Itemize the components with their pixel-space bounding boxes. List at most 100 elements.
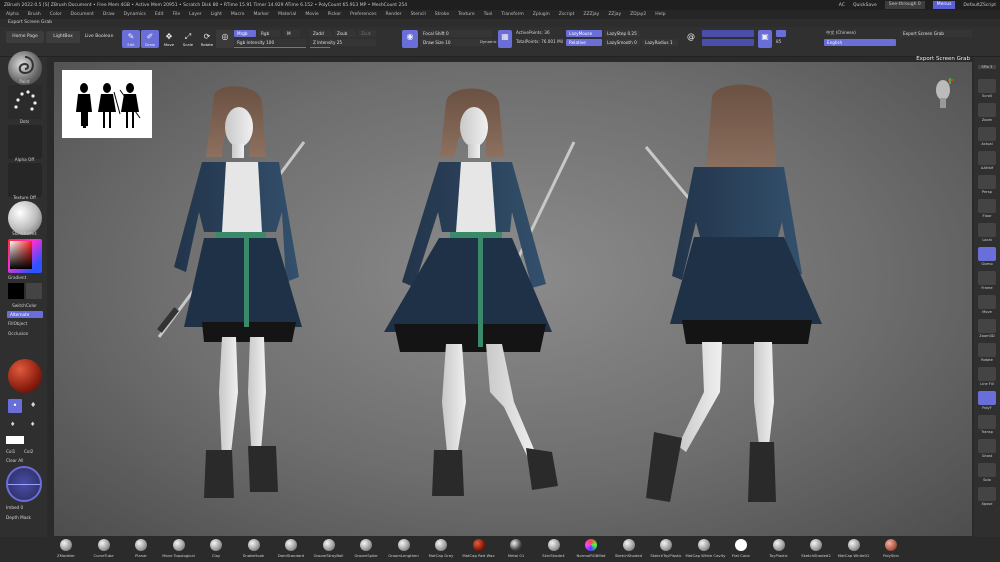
- light-bulb-button[interactable]: •: [8, 399, 22, 413]
- menu-alpha[interactable]: Alpha: [6, 12, 19, 17]
- preset-slot-1[interactable]: [702, 30, 754, 37]
- navigation-gizmo[interactable]: [932, 76, 954, 112]
- relative-button[interactable]: Relative: [566, 39, 602, 46]
- menu-movie[interactable]: Movie: [305, 12, 318, 17]
- brush-snakehook[interactable]: SnakeHook: [236, 539, 272, 558]
- col2-button[interactable]: Col2: [24, 449, 33, 454]
- brush-matcap-red-wax[interactable]: MatCap Red Wax: [461, 539, 497, 558]
- clear-all-button[interactable]: Clear All: [6, 458, 23, 463]
- dynamic-toggle[interactable]: Dynamic: [480, 39, 497, 44]
- right-shelf-rotate-button[interactable]: [978, 343, 996, 357]
- zcut-button[interactable]: Zcut: [358, 30, 376, 37]
- zadd-button[interactable]: Zadd: [310, 30, 332, 37]
- right-shelf-floor-button[interactable]: [978, 199, 996, 213]
- menu-document[interactable]: Document: [71, 12, 94, 17]
- switch-color-button[interactable]: SwitchColor: [2, 303, 47, 308]
- lazystep-slider[interactable]: LazyStep 0.25: [604, 30, 640, 37]
- z-intensity-slider[interactable]: Z Intensity 25: [310, 39, 376, 46]
- camera-button[interactable]: ▣: [758, 30, 772, 48]
- lazysmooth-slider[interactable]: LazySmooth 0: [604, 39, 640, 46]
- focal-shift-slider[interactable]: Focal Shift 0: [420, 30, 492, 37]
- brush-normalrgbmat[interactable]: NormalRGBMat: [573, 539, 609, 558]
- brush-matcap-white-cavity[interactable]: MatCap White Cavity: [686, 539, 725, 558]
- rotate-mode-button[interactable]: ⟳ Rotate: [198, 30, 216, 48]
- right-shelf-line-fill-button[interactable]: [978, 367, 996, 381]
- right-shelf-aahalf-button[interactable]: [978, 151, 996, 165]
- right-shelf-zoom3d-button[interactable]: [978, 319, 996, 333]
- menu-light[interactable]: Light: [211, 12, 222, 17]
- menu-tool[interactable]: Tool: [484, 12, 493, 17]
- rgb-intensity-slider[interactable]: Rgb Intensity 100: [234, 39, 306, 46]
- white-swatch[interactable]: [6, 436, 24, 444]
- english-button[interactable]: English: [824, 39, 896, 46]
- texture-thumbnail[interactable]: [8, 163, 42, 197]
- menu-material[interactable]: Material: [278, 12, 296, 17]
- focal-icon-button[interactable]: ◉: [402, 30, 418, 48]
- right-shelf-zoom-button[interactable]: [978, 103, 996, 117]
- right-shelf-transp-button[interactable]: [978, 415, 996, 429]
- m-button[interactable]: M: [284, 30, 300, 37]
- lightbox-button[interactable]: LightBox: [46, 31, 80, 43]
- edit-mode-button[interactable]: ✎ Edit: [122, 30, 140, 48]
- menu-help[interactable]: Help: [655, 12, 665, 17]
- menu-transform[interactable]: Transform: [501, 12, 523, 17]
- menu-preferences[interactable]: Preferences: [350, 12, 376, 17]
- menu-macro[interactable]: Macro: [231, 12, 245, 17]
- alpha-thumbnail[interactable]: [8, 125, 42, 159]
- red-material-sphere[interactable]: [8, 359, 42, 393]
- light-pin-icon-2[interactable]: ♦: [30, 421, 35, 428]
- scale-mode-button[interactable]: ⤢ Scale: [179, 30, 197, 48]
- brush-sketchtoyplastic[interactable]: SketchToyPlastic: [648, 539, 684, 558]
- brush-skinshade4[interactable]: SkinShade4: [536, 539, 572, 558]
- right-shelf-frame-button[interactable]: [978, 271, 996, 285]
- export-screen-grab-button[interactable]: Export Screen Grab: [900, 30, 972, 37]
- quicksave-button[interactable]: QuickSave: [853, 3, 877, 8]
- brush-toyplastic[interactable]: ToyPlastic: [761, 539, 797, 558]
- spiral-button[interactable]: @: [683, 30, 699, 48]
- right-shelf-persp-button[interactable]: [978, 175, 996, 189]
- light-pin-icon-1[interactable]: ♦: [10, 421, 15, 428]
- points-icon-button[interactable]: ▦: [498, 30, 512, 48]
- right-shelf-actual-button[interactable]: [978, 127, 996, 141]
- menu-stencil[interactable]: Stencil: [411, 12, 426, 17]
- menus-toggle[interactable]: Menus: [932, 1, 956, 9]
- right-shelf-move-button[interactable]: [978, 295, 996, 309]
- occlusion-button[interactable]: Occlusion: [8, 331, 53, 336]
- material-thumbnail[interactable]: [8, 201, 42, 235]
- brush-flat-color[interactable]: Flat Color: [723, 539, 759, 558]
- export-screen-grab-bar[interactable]: Export Screen Grab: [0, 19, 1000, 27]
- brush-groomstrayball[interactable]: GroomStrayBall: [311, 539, 347, 558]
- menu-brush[interactable]: Brush: [28, 12, 41, 17]
- brush-groomspike[interactable]: GroomSpike: [348, 539, 384, 558]
- depth-mask-button[interactable]: Depth Mask: [6, 515, 31, 520]
- light-bulb-icon[interactable]: ♦: [30, 401, 36, 409]
- brush-planar[interactable]: Planar: [123, 539, 159, 558]
- zsub-button[interactable]: Zsub: [334, 30, 356, 37]
- brush-groomlengthen[interactable]: GroomLengthen: [386, 539, 422, 558]
- default-zscript-button[interactable]: DefaultZScript: [963, 3, 996, 8]
- menu-file[interactable]: File: [173, 12, 181, 17]
- col1-button[interactable]: Col1: [6, 449, 15, 454]
- brush-curvetube[interactable]: CurveTube: [86, 539, 122, 558]
- menu-texture[interactable]: Texture: [458, 12, 474, 17]
- right-shelf-xpose-button[interactable]: [978, 487, 996, 501]
- brush-matcap-gray[interactable]: MatCap Gray: [423, 539, 459, 558]
- main-color-swatch[interactable]: [8, 283, 24, 299]
- menu-zzjay[interactable]: ZZjay: [608, 12, 621, 17]
- right-shelf-ghost-button[interactable]: [978, 439, 996, 453]
- preset-slot-2[interactable]: [702, 39, 754, 46]
- brush-polyskin[interactable]: PolySkin: [873, 539, 909, 558]
- seethrough-slider[interactable]: See-through 0: [884, 1, 925, 9]
- material-sphere-button[interactable]: ◎: [216, 30, 234, 48]
- right-shelf-solo-button[interactable]: [978, 463, 996, 477]
- menu-draw[interactable]: Draw: [103, 12, 115, 17]
- brush-clay[interactable]: Clay: [198, 539, 234, 558]
- brush-sketchshaded2[interactable]: SketchShaded2: [798, 539, 834, 558]
- menu-picker[interactable]: Picker: [328, 12, 341, 17]
- ac-button[interactable]: AC: [839, 3, 845, 8]
- home-page-button[interactable]: Home Page: [6, 31, 44, 43]
- brush-matcap-white01[interactable]: MatCap White01: [836, 539, 872, 558]
- move-mode-button[interactable]: ✥ Move: [160, 30, 178, 48]
- slot-button[interactable]: [776, 30, 786, 37]
- lazymouse-button[interactable]: LazyMouse: [566, 30, 602, 37]
